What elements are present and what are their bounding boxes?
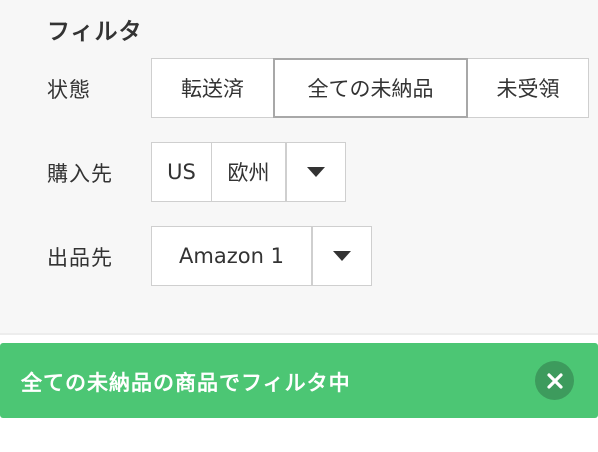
filter-toast: 全ての未納品の商品でフィルタ中 xyxy=(0,343,598,418)
purchase-label: 購入先 xyxy=(47,162,113,186)
close-icon xyxy=(546,372,563,389)
listing-label: 出品先 xyxy=(47,246,113,270)
listing-option-amazon-1[interactable]: Amazon 1 xyxy=(151,226,312,286)
divider xyxy=(0,333,598,335)
caret-down-icon xyxy=(333,251,351,261)
status-option-all-undelivered[interactable]: 全ての未納品 xyxy=(273,58,468,118)
purchase-option-us[interactable]: US xyxy=(151,142,212,202)
purchase-option-europe[interactable]: 欧州 xyxy=(211,142,286,202)
filter-title: フィルタ xyxy=(47,19,143,45)
toast-close-button[interactable] xyxy=(535,361,574,400)
caret-down-icon xyxy=(307,167,325,177)
status-option-not-received[interactable]: 未受領 xyxy=(467,58,589,118)
purchase-dropdown-button[interactable] xyxy=(286,142,346,202)
status-label: 状態 xyxy=(47,78,91,102)
status-option-transferred[interactable]: 転送済 xyxy=(151,58,274,118)
listing-dropdown-button[interactable] xyxy=(312,226,372,286)
toast-message: 全ての未納品の商品でフィルタ中 xyxy=(21,371,351,395)
